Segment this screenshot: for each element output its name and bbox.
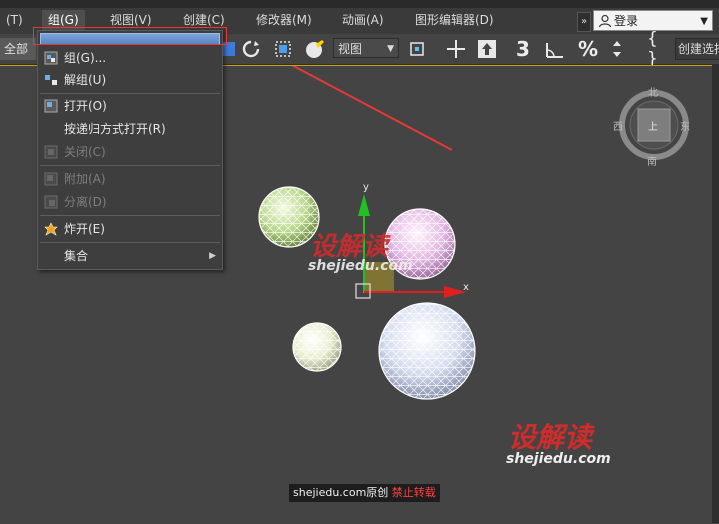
open-group-icon: [44, 99, 58, 113]
edit-named-selection-icon[interactable]: { }: [647, 29, 673, 69]
menu-item-label: 集合: [64, 249, 89, 263]
snap-toggle-button[interactable]: 3: [510, 37, 536, 61]
compass-east-label: 东: [680, 122, 690, 133]
selection-filter-dropdown[interactable]: 全部: [0, 38, 36, 60]
user-icon: [598, 14, 612, 28]
group-icon: [44, 51, 58, 65]
menu-item-assembly[interactable]: 集合 ▶: [38, 245, 222, 267]
credit-banner: shejiedu.com原创 禁止转载: [289, 484, 440, 502]
menu-item-recursive-open[interactable]: 按递归方式打开(R): [38, 118, 222, 140]
credit-site: shejiedu.com原创: [293, 486, 389, 499]
close-group-icon: [44, 145, 58, 159]
login-dropdown[interactable]: 登录 ▼: [593, 10, 713, 31]
menu-item-ungroup[interactable]: 解组(U): [38, 69, 222, 91]
move-gizmo-icon[interactable]: [443, 37, 469, 61]
paint-select-icon[interactable]: [302, 37, 328, 61]
rotate-icon[interactable]: [238, 37, 264, 61]
login-label: 登录: [614, 14, 639, 28]
spinner-snap-icon[interactable]: [606, 37, 632, 61]
menu-graph-editors[interactable]: 图形编辑器(D): [409, 10, 500, 30]
annotation-arrow: [291, 66, 453, 151]
create-selection-set-field[interactable]: 创建选择: [675, 38, 719, 60]
menu-item-attach[interactable]: 附加(A): [38, 168, 222, 190]
sphere-cream[interactable]: [292, 322, 342, 372]
gizmo-y-label: y: [363, 182, 369, 193]
menu-separator: [40, 215, 220, 216]
menu-item-label: 打开(O): [64, 99, 107, 113]
menu-tools[interactable]: (T): [0, 10, 29, 30]
menu-item-close[interactable]: 关闭(C): [38, 141, 222, 163]
viewcube-top-face-label: 上: [648, 122, 658, 133]
compass-west-label: 西: [613, 122, 623, 133]
menu-item-explode[interactable]: 炸开(E): [38, 218, 222, 240]
reference-coordinate-label: 视图: [338, 42, 363, 56]
menu-item-label: 关闭(C): [64, 145, 106, 159]
group-dropdown-menu: 组(G)... 解组(U) 打开(O) 按递归方式打开(R) 关闭(C) 附加(…: [37, 30, 223, 270]
watermark-url-corner: shejiedu.com: [506, 451, 611, 467]
menu-modifiers[interactable]: 修改器(M): [250, 10, 318, 30]
menu-overflow-button[interactable]: »: [577, 12, 591, 32]
explode-icon: [44, 222, 58, 236]
angle-snap-icon[interactable]: [542, 37, 568, 61]
watermark-url: shejiedu.com: [308, 258, 413, 274]
menu-separator: [40, 93, 220, 94]
menu-item-open[interactable]: 打开(O): [38, 95, 222, 117]
pivot-center-icon[interactable]: [404, 37, 430, 61]
title-strip: [0, 0, 719, 8]
menu-item-label: 附加(A): [64, 172, 106, 186]
credit-warning: 禁止转载: [391, 486, 436, 499]
menu-item-detach[interactable]: 分离(D): [38, 191, 222, 213]
percent-snap-icon[interactable]: %: [575, 37, 601, 61]
menu-item-label: 解组(U): [64, 73, 107, 87]
compass-south-label: 南: [647, 157, 657, 168]
menu-separator: [40, 242, 220, 243]
submenu-arrow-icon: ▶: [209, 251, 216, 261]
menu-item-label: 按递归方式打开(R): [64, 122, 166, 136]
select-and-link-icon[interactable]: [474, 37, 500, 61]
attach-icon: [44, 172, 58, 186]
snap-dimension-label: 3: [516, 37, 530, 61]
region-select-icon[interactable]: [270, 37, 296, 61]
menu-item-label: 炸开(E): [64, 222, 105, 236]
menu-item-group[interactable]: 组(G)...: [38, 47, 222, 69]
menu-item-label: 分离(D): [64, 195, 107, 209]
command-panel-edge: [712, 65, 719, 523]
chevron-down-icon: ▼: [700, 16, 708, 27]
sphere-blue[interactable]: [378, 302, 476, 400]
gizmo-x-label: x: [463, 282, 469, 293]
watermark-logo-corner: 设解读: [508, 421, 593, 454]
chevron-down-icon: ▼: [387, 44, 394, 54]
reference-coordinate-dropdown[interactable]: 视图 ▼: [333, 38, 399, 58]
compass-north-label: 北: [648, 88, 658, 99]
detach-icon: [44, 195, 58, 209]
annotation-highlight-box: [33, 27, 227, 45]
menu-animation[interactable]: 动画(A): [336, 10, 390, 30]
menu-separator: [40, 165, 220, 166]
ungroup-icon: [45, 75, 57, 85]
menu-item-label: 组(G)...: [64, 51, 107, 65]
